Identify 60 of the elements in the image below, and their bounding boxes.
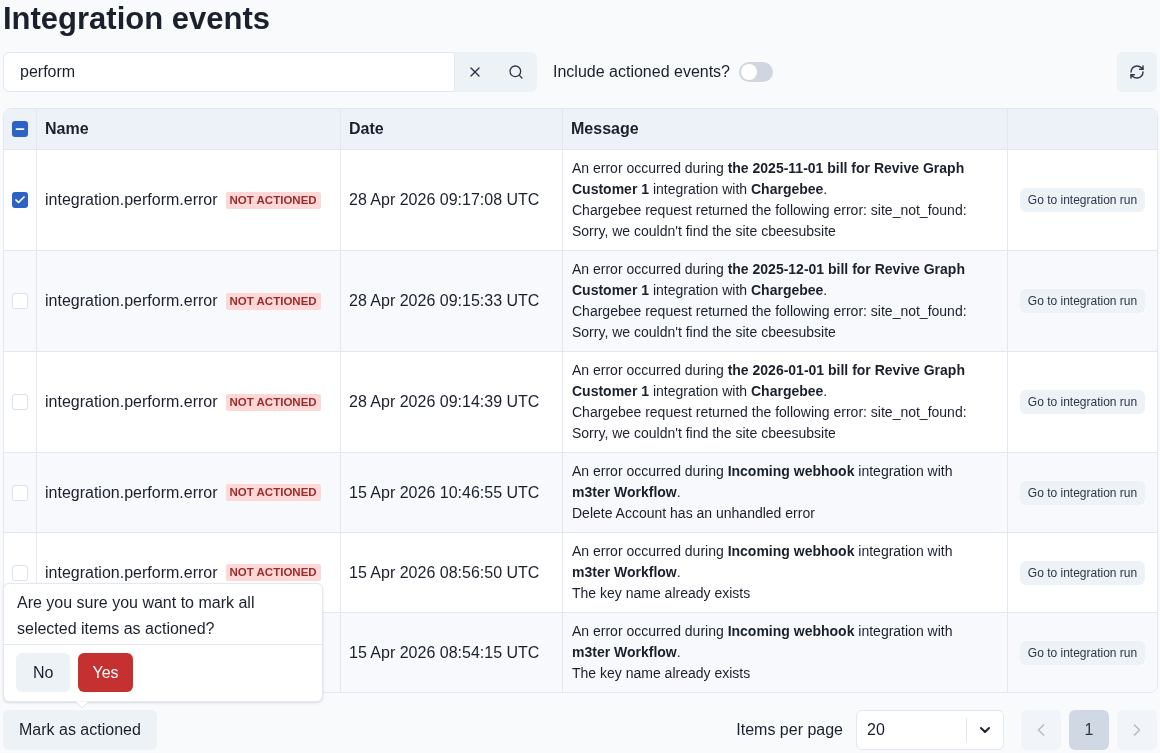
confirm-no-button[interactable]: No: [16, 653, 71, 692]
message-summary: An error occurred during the 2025-12-01 bill for Revive Graph Customer 1 integration with Chargebee.: [572, 260, 966, 300]
go-to-run-button[interactable]: Go to integration run: [1019, 390, 1146, 414]
search-icon: [508, 64, 524, 80]
go-to-run-button[interactable]: Go to integration run: [1019, 289, 1146, 313]
event-date: 28 Apr 2026 09:17:08 UTC: [349, 190, 540, 210]
status-badge: NOT ACTIONED: [225, 564, 321, 581]
checkbox[interactable]: [12, 192, 28, 208]
checkbox[interactable]: [12, 121, 28, 137]
message-detail: Chargebee request returned the following error: site_not_found: Sorry, we couldn't find the site cbeesubsite: [572, 201, 968, 241]
page-title: Integration events: [3, 0, 270, 38]
message-detail: Chargebee request returned the following error: site_not_found: Sorry, we couldn't find the site cbeesubsite: [572, 302, 968, 342]
toggle-switch[interactable]: [739, 62, 773, 82]
column-header: Name: [45, 119, 89, 139]
items-per-page-label: Items per page: [736, 720, 843, 740]
event-name: integration.perform.error: [45, 482, 218, 503]
event-name: integration.perform.error: [45, 291, 218, 311]
message-summary: An error occurred during the 2025-11-01 bill for Revive Graph Customer 1 integration with Chargebee.: [572, 159, 966, 199]
message-detail: The key name already exists: [572, 664, 752, 683]
message-summary: An error occurred during the 2026-01-01 bill for Revive Graph Customer 1 integration with Chargebee.: [572, 361, 966, 401]
toggle-label: Include actioned events?: [553, 62, 730, 82]
checkbox[interactable]: [12, 484, 28, 501]
message-summary: An error occurred during Incoming webhook integration with m3ter Workflow.: [572, 462, 954, 502]
mark-actioned-button[interactable]: Mark as actioned: [3, 710, 157, 750]
items-per-page-select[interactable]: 20: [856, 710, 1004, 750]
refresh-icon: [1129, 64, 1145, 80]
event-name: integration.perform.error: [45, 562, 218, 583]
checkbox[interactable]: [12, 293, 28, 309]
checkbox[interactable]: [12, 394, 28, 410]
search-field[interactable]: perform: [3, 52, 455, 92]
message-summary: An error occurred during Incoming webhook integration with m3ter Workflow.: [572, 622, 954, 662]
status-badge: NOT ACTIONED: [225, 484, 321, 501]
confirm-yes-button[interactable]: Yes: [78, 653, 133, 692]
message-detail: The key name already exists: [572, 584, 752, 603]
go-to-run-button[interactable]: Go to integration run: [1019, 640, 1146, 665]
event-date: 15 Apr 2026 10:46:55 UTC: [349, 482, 540, 503]
checkbox[interactable]: [12, 564, 28, 581]
status-badge: NOT ACTIONED: [225, 191, 321, 209]
event-date: 15 Apr 2026 08:56:50 UTC: [349, 562, 540, 583]
event-date: 15 Apr 2026 08:54:15 UTC: [349, 642, 540, 663]
event-date: 28 Apr 2026 09:15:33 UTC: [349, 291, 540, 311]
status-badge: NOT ACTIONED: [225, 393, 321, 411]
clear-button[interactable]: [455, 52, 495, 92]
status-badge: NOT ACTIONED: [225, 292, 321, 310]
go-to-run-button[interactable]: Go to integration run: [1019, 560, 1146, 585]
event-name: integration.perform.error: [45, 392, 218, 412]
page-button[interactable]: 1: [1069, 710, 1109, 750]
go-to-run-button[interactable]: Go to integration run: [1019, 188, 1146, 212]
check-icon: [14, 194, 26, 206]
go-to-run-button[interactable]: Go to integration run: [1019, 480, 1146, 505]
search-button[interactable]: [495, 52, 537, 92]
message-summary: An error occurred during Incoming webhook integration with m3ter Workflow.: [572, 542, 954, 582]
refresh-button[interactable]: [1117, 52, 1157, 92]
confirm-message: Are you sure you want to mark all selected items as actioned?: [17, 593, 256, 639]
column-header: Message: [571, 119, 639, 139]
column-header: Date: [349, 119, 384, 139]
message-detail: Delete Account has an unhandled error: [572, 504, 816, 523]
event-date: 28 Apr 2026 09:14:39 UTC: [349, 392, 540, 412]
event-name: integration.perform.error: [45, 190, 218, 210]
message-detail: Chargebee request returned the following error: site_not_found: Sorry, we couldn't find the site cbeesubsite: [572, 403, 968, 443]
